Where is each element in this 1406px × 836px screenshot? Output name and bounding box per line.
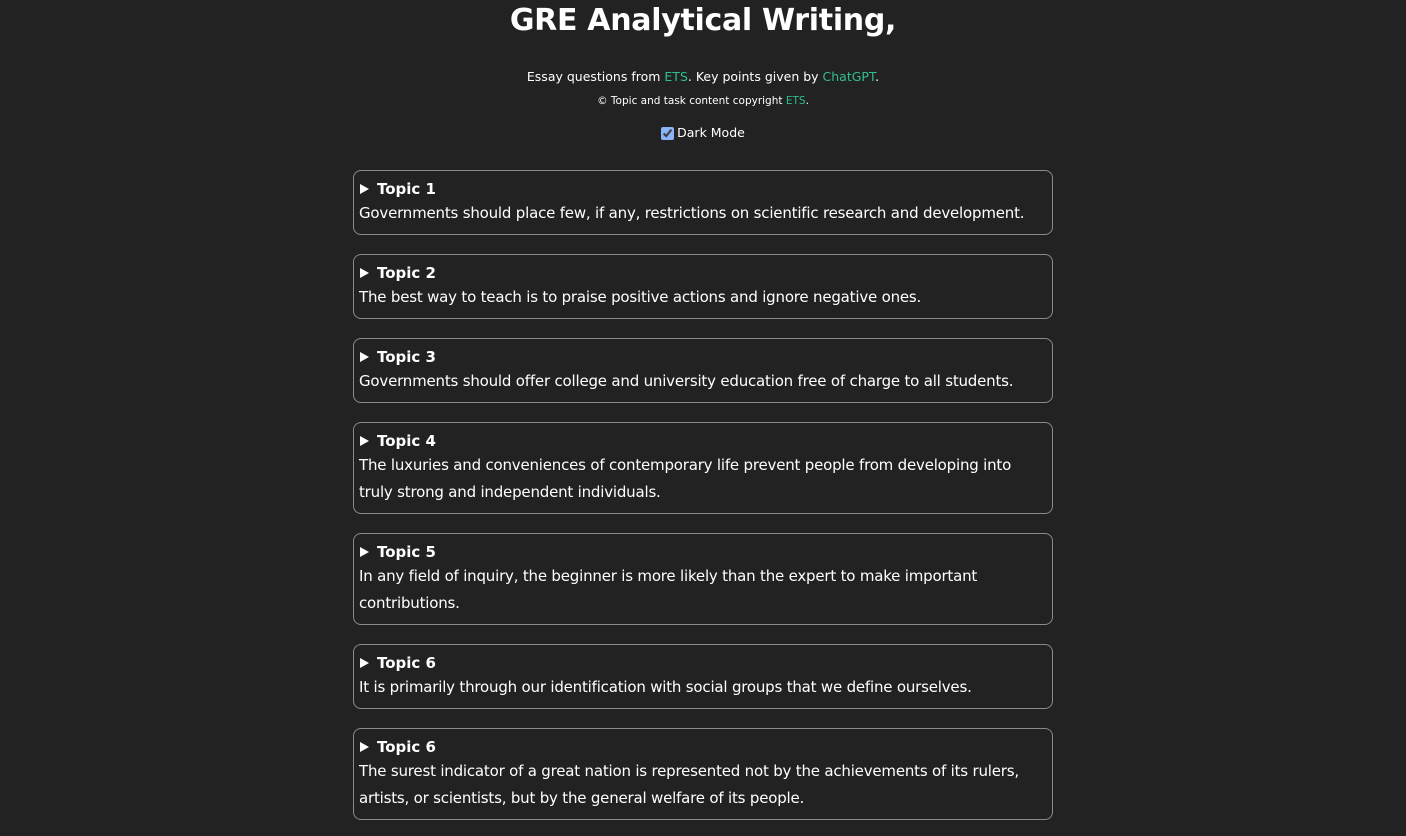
dark-mode-toggle[interactable]: Dark Mode	[661, 125, 745, 141]
dark-mode-checkbox[interactable]	[661, 126, 675, 140]
topic-text: It is primarily through our identificati…	[359, 677, 972, 696]
credits-middle: . Key points given by	[687, 69, 823, 84]
topic-text: The best way to teach is to praise posit…	[359, 287, 922, 306]
topic-title: Topic 3	[377, 347, 436, 366]
topic-title: Topic 4	[377, 431, 436, 450]
topic-card: Topic 3 Governments should offer college…	[353, 337, 1053, 403]
page-title: GRE Analytical Writing,	[509, 3, 897, 38]
topic-summary-toggle[interactable]: Topic 4	[359, 431, 1047, 451]
topic-card: Topic 2 The best way to teach is to prai…	[353, 253, 1053, 319]
topic-card: Topic 5 In any field of inquiry, the beg…	[353, 532, 1053, 625]
topic-title: Topic 6	[377, 653, 436, 672]
topic-card: Topic 6 The surest indicator of a great …	[353, 727, 1053, 820]
topic-summary-toggle[interactable]: Topic 6	[359, 653, 1047, 673]
topic-text: In any field of inquiry, the beginner is…	[359, 566, 978, 612]
topic-title: Topic 2	[377, 263, 436, 282]
disclosure-triangle-icon	[360, 351, 369, 362]
disclosure-triangle-icon	[360, 435, 369, 446]
topic-title: Topic 6	[377, 737, 436, 756]
disclosure-triangle-icon	[360, 657, 369, 668]
topic-card: Topic 6 It is primarily through our iden…	[353, 643, 1053, 709]
copyright-suffix: .	[805, 95, 809, 107]
credits-prefix: Essay questions from	[526, 69, 665, 84]
topic-summary-toggle[interactable]: Topic 5	[359, 542, 1047, 562]
copyright-ets-link[interactable]: ETS	[786, 95, 806, 107]
page-header: GRE Analytical Writing, Essay questions …	[0, 0, 1406, 144]
topic-title: Topic 5	[377, 542, 436, 561]
topic-summary-toggle[interactable]: Topic 1	[359, 179, 1047, 199]
topic-card: Topic 1 Governments should place few, if…	[353, 169, 1053, 235]
topic-summary-toggle[interactable]: Topic 2	[359, 263, 1047, 283]
copyright-prefix: © Topic and task content copyright	[597, 95, 786, 107]
topics-list: Topic 1 Governments should place few, if…	[353, 169, 1053, 820]
chatgpt-link[interactable]: ChatGPT	[823, 69, 876, 84]
disclosure-triangle-icon	[360, 741, 369, 752]
topic-text: The luxuries and conveniences of contemp…	[359, 455, 1012, 501]
topic-card: Topic 4 The luxuries and conveniences of…	[353, 421, 1053, 514]
disclosure-triangle-icon	[360, 267, 369, 278]
copyright-line: © Topic and task content copyright ETS.	[0, 94, 1406, 108]
ets-link[interactable]: ETS	[664, 69, 687, 84]
disclosure-triangle-icon	[360, 546, 369, 557]
topic-text: Governments should place few, if any, re…	[359, 203, 1025, 222]
credits-line: Essay questions from ETS. Key points giv…	[0, 69, 1406, 85]
disclosure-triangle-icon	[360, 183, 369, 194]
topic-text: Governments should offer college and uni…	[359, 371, 1014, 390]
topic-summary-toggle[interactable]: Topic 3	[359, 347, 1047, 367]
topic-title: Topic 1	[377, 179, 436, 198]
topic-summary-toggle[interactable]: Topic 6	[359, 737, 1047, 757]
credits-suffix: .	[875, 69, 880, 84]
dark-mode-label: Dark Mode	[677, 125, 745, 140]
topic-text: The surest indicator of a great nation i…	[359, 761, 1019, 807]
